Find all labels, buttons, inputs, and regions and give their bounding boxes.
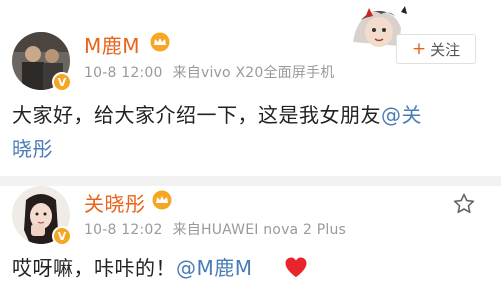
post-author-name[interactable]: 关晓彤 [84,188,146,217]
post-text: 哎呀嘛，咔咔的！ [12,256,176,280]
mention-link[interactable]: @M鹿M [176,256,253,280]
weibo-post-luhan: V M鹿M 10-8 12:00 来自vivo X20全面屏手机 + 关注 大家好，… [0,0,501,176]
post-source[interactable]: 来自vivo X20全面屏手机 [173,65,335,81]
post-time: 10-8 12:02 [84,222,163,238]
post-text: 大家好，给大家介绍一下，这是我女朋友 [12,103,381,127]
avatar-luhan[interactable]: V [12,32,72,92]
mention-link-part-1[interactable]: @关 [381,103,422,127]
red-heart-icon [285,257,307,277]
follow-button[interactable]: + 关注 [396,34,476,64]
post-content-line-1: 大家好，给大家介绍一下，这是我女朋友@关 [12,98,482,132]
post-content: 哎呀嘛，咔咔的！@M鹿M [12,251,482,285]
post-meta: 10-8 12:02 来自HUAWEI nova 2 Plus [84,219,346,239]
post-divider [0,176,501,186]
post-meta: 10-8 12:00 来自vivo X20全面屏手机 [84,62,334,82]
vip-crown-icon [150,32,170,52]
vip-crown-icon [152,190,172,210]
star-outline-icon[interactable] [452,192,476,216]
follow-label: 关注 [430,40,461,59]
mention-link-part-2[interactable]: 晓彤 [12,132,482,166]
avatar-guanxiaotong[interactable]: V [12,186,72,246]
post-time: 10-8 12:00 [84,65,163,81]
post-author-name[interactable]: M鹿M [84,30,140,59]
post-source[interactable]: 来自HUAWEI nova 2 Plus [173,222,346,238]
plus-icon: + [411,39,427,59]
post-content: 大家好，给大家介绍一下，这是我女朋友@关 晓彤 [12,98,482,166]
verified-v-icon: V [52,226,72,246]
verified-v-icon: V [52,72,72,92]
